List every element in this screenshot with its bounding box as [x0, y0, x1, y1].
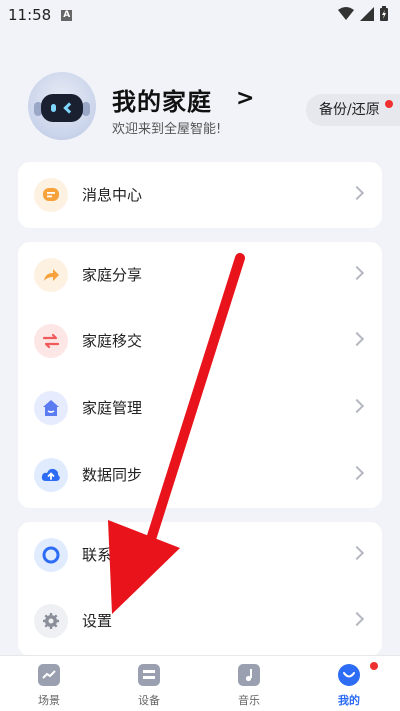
status-time: 11:58 [8, 6, 52, 24]
home-subtitle: 欢迎来到全屋智能! [112, 122, 222, 137]
chevron-right-icon [349, 465, 365, 481]
robot-avatar[interactable] [28, 72, 96, 140]
bottom-tab-bar: 场景 设备 音乐 我的 [0, 655, 400, 711]
menu-item-label: 消息中心 [82, 186, 143, 204]
profile-header: 我的家庭 > 欢迎来到全屋智能! 备份/还原 [0, 60, 400, 160]
chevron-right-icon [349, 265, 365, 281]
menu-item-settings[interactable]: 设置 [18, 588, 382, 654]
status-bar: 11:58 A [0, 0, 400, 30]
house-icon [34, 391, 68, 425]
message-card: 消息中心 [18, 162, 382, 228]
chevron-right-icon [349, 331, 365, 347]
menu-item-label: 设置 [82, 612, 113, 630]
tab-label: 场景 [38, 694, 60, 707]
tab-label: 音乐 [238, 694, 260, 707]
home-title[interactable]: 我的家庭 [112, 82, 212, 117]
device-icon [138, 664, 160, 686]
menu-item-family-share[interactable]: 家庭分享 [18, 242, 382, 308]
share-arrow-icon [34, 258, 68, 292]
cloud-upload-icon [34, 458, 68, 492]
wifi-icon [338, 6, 354, 20]
notification-a-icon: A [61, 9, 73, 21]
menu-item-label: 家庭移交 [82, 332, 143, 350]
tab-label: 我的 [338, 694, 360, 707]
menu-item-family-management[interactable]: 家庭管理 [18, 375, 382, 441]
chevron-right-icon [349, 398, 365, 414]
battery-icon [380, 6, 388, 21]
menu-item-family-transfer[interactable]: 家庭移交 [18, 308, 382, 374]
family-card: 家庭分享 家庭移交 家庭管理 数据同步 [18, 242, 382, 508]
menu-item-label: 联系客服 [82, 546, 143, 564]
menu-item-data-sync[interactable]: 数据同步 [18, 442, 382, 508]
backup-restore-button[interactable]: 备份/还原 [306, 94, 400, 126]
chevron-right-icon [349, 185, 365, 201]
tab-scene[interactable]: 场景 [10, 656, 90, 711]
music-icon [238, 664, 260, 686]
support-card: 联系客服 设置 [18, 522, 382, 656]
chat-icon [34, 538, 68, 572]
scene-icon [38, 664, 60, 686]
menu-item-message-center[interactable]: 消息中心 [18, 162, 382, 228]
tab-label: 设备 [138, 694, 160, 707]
signal-icon [360, 6, 374, 21]
transfer-icon [34, 324, 68, 358]
chevron-right-icon [349, 545, 365, 561]
chevron-right-icon[interactable]: > [236, 86, 254, 111]
message-icon [34, 178, 68, 212]
menu-item-label: 家庭分享 [82, 266, 143, 284]
notification-dot [370, 662, 378, 670]
profile-icon [338, 664, 360, 686]
notification-dot [385, 100, 393, 108]
gear-icon [34, 604, 68, 638]
menu-item-label: 家庭管理 [82, 399, 143, 417]
menu-item-customer-service[interactable]: 联系客服 [18, 522, 382, 588]
chevron-right-icon [349, 611, 365, 627]
tab-devices[interactable]: 设备 [110, 656, 190, 711]
menu-item-label: 数据同步 [82, 466, 143, 484]
tab-profile[interactable]: 我的 [310, 656, 390, 711]
tab-music[interactable]: 音乐 [210, 656, 290, 711]
